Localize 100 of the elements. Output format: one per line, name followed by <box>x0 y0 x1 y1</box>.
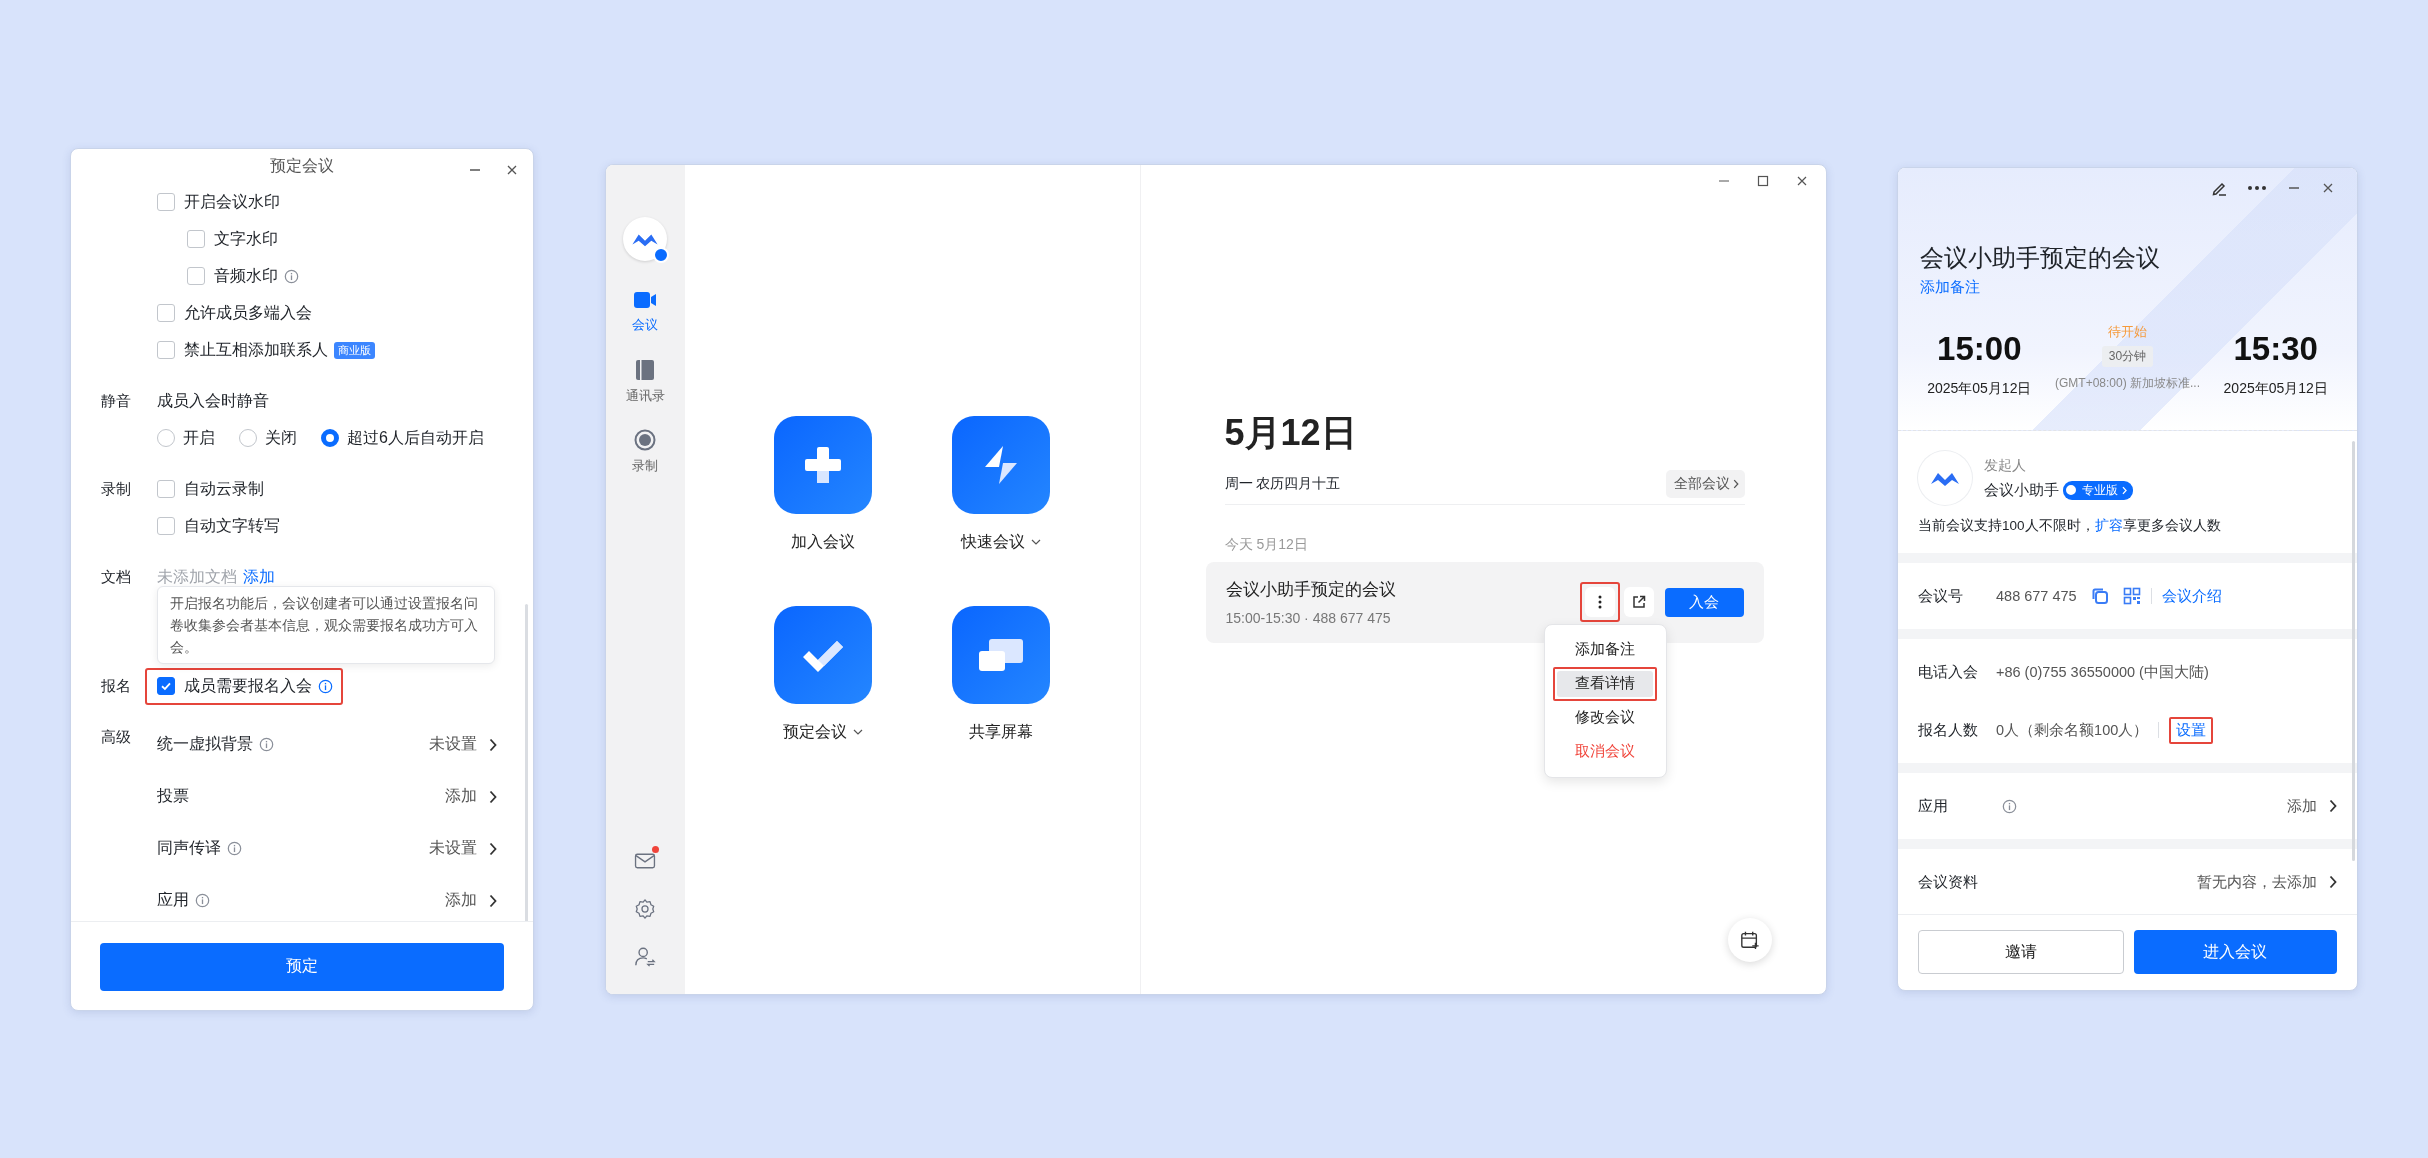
menu-item[interactable]: 取消会议 <box>1557 738 1653 765</box>
field-value[interactable]: 添加 <box>2287 796 2317 816</box>
enter-meeting-button[interactable]: 进入会议 <box>2133 930 2337 974</box>
date-subtitle: 周一 农历四月十五 <box>1224 474 1341 493</box>
screens-icon <box>977 636 1025 673</box>
join-button[interactable]: 入会 <box>1664 587 1744 617</box>
calendar-add-button[interactable] <box>1727 917 1772 962</box>
meeting-title: 会议小助手预定的会议 <box>1920 243 2161 273</box>
checkbox[interactable] <box>157 677 175 695</box>
chevron-right-icon <box>2329 875 2337 889</box>
field-label: 电话入会 <box>1918 662 1979 682</box>
duration-pill: 30分钟 <box>2101 346 2154 367</box>
sidebar-tab[interactable]: 录制 <box>632 416 658 487</box>
close-icon[interactable] <box>2321 181 2335 195</box>
setting-label: 投票 <box>157 786 189 806</box>
checkbox[interactable] <box>157 341 175 359</box>
record-icon <box>634 428 656 451</box>
radio-label: 关闭 <box>265 427 297 448</box>
pen-icon[interactable] <box>2211 180 2227 196</box>
field-value[interactable]: 暂无内容，去添加 <box>2197 872 2317 892</box>
setting-label: 应用 <box>157 890 189 910</box>
scrollbar[interactable] <box>2352 441 2355 861</box>
schedule-button[interactable]: 预定 <box>100 942 504 991</box>
sidebar-tab[interactable]: 通讯录 <box>625 346 665 417</box>
qr-code-icon[interactable] <box>2122 587 2141 605</box>
section-label: 报名 <box>101 676 131 696</box>
notice-text: 当前会议支持100人不限时，扩容享更多会议人数 <box>1898 513 2357 553</box>
action-label: 快速会议 <box>961 531 1025 552</box>
checkbox-label: 自动云录制 <box>184 478 264 499</box>
setting-value[interactable]: 添加 <box>445 890 477 911</box>
info-icon[interactable] <box>227 841 242 856</box>
caret-icon[interactable] <box>1031 539 1041 545</box>
chevron-right-icon <box>489 841 497 856</box>
field-value: +86 (0)755 36550000 (中国大陆) <box>1996 662 2209 682</box>
host-avatar <box>1918 451 1972 505</box>
expand-link[interactable]: 扩容 <box>2094 518 2123 533</box>
radio-label: 超过6人后自动开启 <box>347 427 484 448</box>
action-tile[interactable] <box>774 605 872 704</box>
more-icon[interactable] <box>2247 185 2267 191</box>
maximize-icon[interactable] <box>1755 173 1770 188</box>
plan-badge[interactable]: 专业版 <box>2063 480 2133 500</box>
chevron-right-icon <box>489 737 497 752</box>
caret-icon[interactable] <box>853 729 863 735</box>
setting-label: 统一虚拟背景 <box>157 734 253 754</box>
checkbox[interactable] <box>157 480 175 498</box>
add-link[interactable]: 添加 <box>243 566 275 588</box>
chevron-right-icon <box>489 789 497 804</box>
date-heading: 5月12日 <box>1224 410 1358 455</box>
checkbox[interactable] <box>157 304 175 322</box>
field-label: 会议号 <box>1918 586 1964 606</box>
radio-button[interactable] <box>321 429 339 447</box>
menu-item[interactable]: 添加备注 <box>1557 636 1653 663</box>
action-tile[interactable] <box>774 415 872 514</box>
action-label: 预定会议 <box>783 721 847 742</box>
checkbox-label: 开启会议水印 <box>184 191 280 212</box>
host-name: 会议小助手 <box>1984 480 2059 500</box>
end-time: 15:30 <box>2233 330 2318 368</box>
checkbox-label: 音频水印 <box>214 265 278 286</box>
empty-text: 未添加文档 <box>157 566 237 587</box>
chevron-right-icon <box>2329 799 2337 813</box>
meeting-time: 15:00-15:30 · 488 677 475 <box>1225 610 1392 626</box>
info-icon[interactable] <box>284 268 299 284</box>
timezone-text: (GMT+08:00) 新加坡标准... <box>2054 375 2200 392</box>
checkbox[interactable] <box>187 230 205 248</box>
setting-value[interactable]: 添加 <box>445 786 477 807</box>
checkbox[interactable] <box>187 267 205 285</box>
checkbox[interactable] <box>157 517 175 535</box>
chevron-right-icon <box>489 893 497 908</box>
info-icon[interactable] <box>318 678 333 694</box>
tooltip: 开启报名功能后，会议创建者可以通过设置报名问卷收集参会者基本信息，观众需要报名成功方可入会。 <box>157 585 495 664</box>
checkbox-label: 自动文字转写 <box>184 515 280 536</box>
setting-value[interactable]: 未设置 <box>429 838 477 859</box>
setting-value[interactable]: 未设置 <box>429 734 477 755</box>
add-note-link[interactable]: 添加备注 <box>1920 278 1980 297</box>
menu-item[interactable]: 查看详情 <box>1557 670 1653 697</box>
chevron-right-icon <box>1732 478 1739 489</box>
host-label: 发起人 <box>1984 456 2027 475</box>
group-label: 今天 5月12日 <box>1224 535 1309 554</box>
info-icon[interactable] <box>195 893 210 908</box>
radio-label: 开启 <box>183 427 215 448</box>
external-link-icon <box>1630 594 1647 610</box>
meeting-intro-link[interactable]: 会议介绍 <box>2161 586 2222 606</box>
more-icon <box>1597 594 1602 610</box>
info-icon[interactable] <box>259 737 274 752</box>
book-icon <box>635 358 655 381</box>
menu-item[interactable]: 修改会议 <box>1557 704 1653 731</box>
action-label: 共享屏幕 <box>969 721 1033 742</box>
all-meetings-button[interactable]: 全部会议 <box>1665 469 1745 498</box>
action-tile[interactable] <box>952 605 1050 704</box>
external-link-button[interactable] <box>1623 587 1654 617</box>
info-icon[interactable] <box>2002 798 2017 814</box>
checkbox[interactable] <box>157 193 175 211</box>
copy-icon[interactable] <box>2090 587 2109 605</box>
action-tile[interactable] <box>952 415 1050 514</box>
settings-link[interactable]: 设置 <box>2176 721 2207 738</box>
scrollbar[interactable] <box>525 603 528 921</box>
invite-button[interactable]: 邀请 <box>1918 930 2124 974</box>
app-logo <box>623 216 667 261</box>
checkbox-label: 禁止互相添加联系人 <box>184 339 328 360</box>
sidebar-tab[interactable]: 会议 <box>632 276 658 347</box>
